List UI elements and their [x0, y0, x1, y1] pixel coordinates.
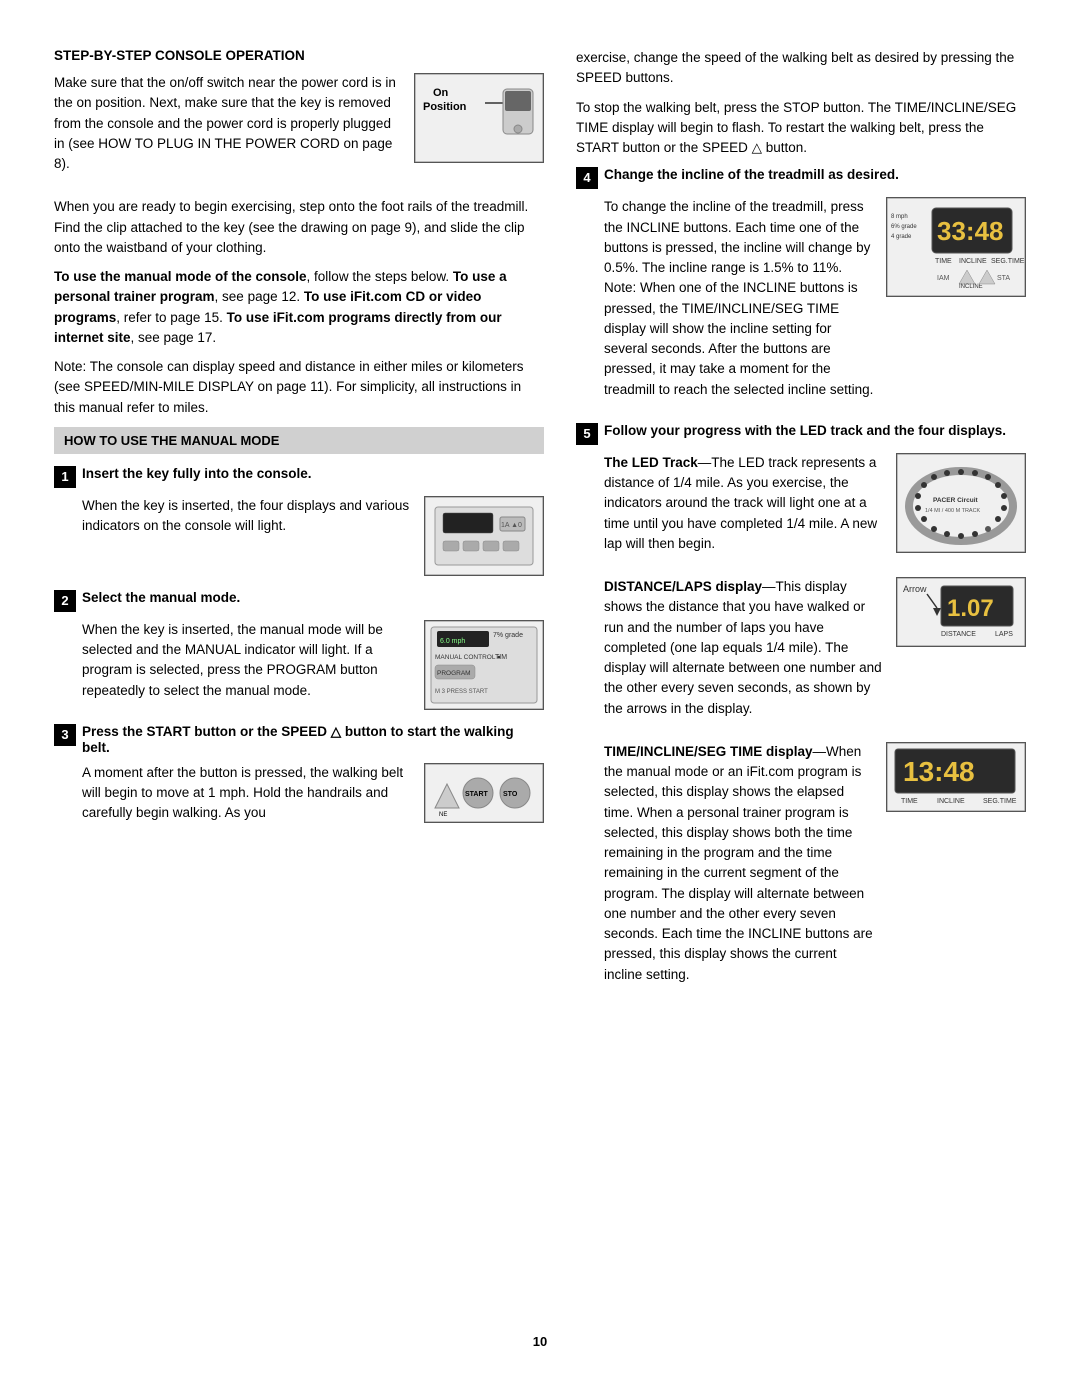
svg-text:4 grade: 4 grade	[891, 234, 912, 240]
distance-laps-body: DISTANCE/LAPS display—This display shows…	[576, 577, 1026, 728]
svg-text:SEG.TIME: SEG.TIME	[991, 258, 1025, 265]
distance-laps-text: DISTANCE/LAPS display—This display shows…	[604, 577, 884, 728]
svg-text:MANUAL CONTROL ●: MANUAL CONTROL ●	[435, 654, 501, 661]
time-display-diagram: 13:48 TIME INCLINE SEG.TIME	[886, 742, 1026, 812]
intro-text: Make sure that the on/off switch near th…	[54, 73, 402, 183]
step-4-text: To change the incline of the treadmill, …	[604, 197, 874, 409]
step-2-body-area: When the key is inserted, the manual mod…	[54, 620, 544, 710]
svg-text:TIME: TIME	[935, 258, 952, 265]
svg-text:33:48: 33:48	[937, 216, 1004, 246]
step-3-header: 3 Press the START button or the SPEED △ …	[54, 724, 544, 755]
distance-laps-section: DISTANCE/LAPS display—This display shows…	[576, 577, 1026, 728]
svg-text:INCLINE: INCLINE	[959, 258, 987, 265]
svg-text:LAPS: LAPS	[995, 631, 1013, 638]
svg-text:STA: STA	[997, 275, 1010, 282]
step-1-label: Insert the key fully into the console.	[82, 466, 312, 481]
time-incline-body: TIME/INCLINE/SEG TIME display—When the m…	[576, 742, 1026, 994]
svg-text:6.0 mph: 6.0 mph	[440, 638, 465, 645]
step-3-para: A moment after the button is pressed, th…	[82, 763, 412, 824]
page: STEP-BY-STEP CONSOLE OPERATION Make sure…	[0, 0, 1080, 1397]
right-column: exercise, change the speed of the walkin…	[576, 48, 1026, 1316]
step-5-header: 5 Follow your progress with the LED trac…	[576, 423, 1026, 445]
right-intro-1: exercise, change the speed of the walkin…	[576, 48, 1026, 89]
svg-text:On: On	[433, 87, 449, 99]
step-3-number: 3	[54, 724, 76, 746]
svg-text:INCLINE: INCLINE	[937, 798, 965, 805]
svg-text:SEG.TIME: SEG.TIME	[983, 798, 1017, 805]
pacer-circuit-diagram: PACER Circuit 1/4 MI / 400 M TRACK	[896, 453, 1026, 553]
step-4: 4 Change the incline of the treadmill as…	[576, 167, 1026, 409]
svg-text:TIME: TIME	[901, 798, 918, 805]
time-incline-section: TIME/INCLINE/SEG TIME display—When the m…	[576, 742, 1026, 994]
svg-text:PROGRAM: PROGRAM	[437, 670, 471, 677]
svg-text:START: START	[465, 791, 489, 798]
led-track-text: The LED Track—The LED track represents a…	[604, 453, 884, 563]
svg-text:PACER Circuit: PACER Circuit	[933, 497, 978, 504]
svg-text:Arrow: Arrow	[903, 584, 927, 594]
svg-text:IAM: IAM	[937, 275, 950, 282]
step-1-text: When the key is inserted, the four displ…	[82, 496, 412, 546]
step-4-header: 4 Change the incline of the treadmill as…	[576, 167, 1026, 189]
on-position-diagram: On Position	[414, 73, 544, 163]
step-5: 5 Follow your progress with the LED trac…	[576, 423, 1026, 994]
step-2: 2 Select the manual mode. When the key i…	[54, 590, 544, 710]
time-incline-text: TIME/INCLINE/SEG TIME display—When the m…	[604, 742, 874, 994]
step-4-body-area: To change the incline of the treadmill, …	[576, 197, 1026, 409]
step-4-number: 4	[576, 167, 598, 189]
step-2-para: When the key is inserted, the manual mod…	[82, 620, 412, 701]
led-track-section: The LED Track—The LED track represents a…	[576, 453, 1026, 563]
distance-display-diagram: Arrow 1.07 DISTANCE LAPS	[896, 577, 1026, 647]
two-column-layout: STEP-BY-STEP CONSOLE OPERATION Make sure…	[54, 48, 1026, 1316]
step-3-label: Press the START button or the SPEED △ bu…	[82, 724, 544, 755]
intro-para-1: Make sure that the on/off switch near th…	[54, 73, 402, 174]
step-1-body-area: When the key is inserted, the four displ…	[54, 496, 544, 576]
step-5-number: 5	[576, 423, 598, 445]
svg-text:6% grade: 6% grade	[891, 224, 917, 230]
svg-text:TIM: TIM	[495, 654, 507, 661]
svg-text:NE: NE	[439, 812, 447, 818]
incline-display-diagram: 8 mph 6% grade 4 grade 33:48 TIME INCLIN…	[886, 197, 1026, 297]
led-track-body: The LED Track—The LED track represents a…	[576, 453, 1026, 563]
page-number: 10	[54, 1334, 1026, 1349]
svg-text:STO: STO	[503, 791, 518, 798]
svg-text:1/4 MI / 400 M TRACK: 1/4 MI / 400 M TRACK	[925, 508, 981, 514]
svg-text:M 3 PRESS START: M 3 PRESS START	[435, 689, 488, 695]
step-2-header: 2 Select the manual mode.	[54, 590, 544, 612]
step-2-number: 2	[54, 590, 76, 612]
led-track-para: The LED Track—The LED track represents a…	[604, 453, 884, 554]
intro-para-3: To use the manual mode of the console, f…	[54, 267, 544, 348]
svg-text:1.07: 1.07	[947, 595, 994, 622]
intro-para-4: Note: The console can display speed and …	[54, 357, 544, 418]
step-1-number: 1	[54, 466, 76, 488]
svg-text:1A ▲0: 1A ▲0	[501, 522, 522, 529]
console-key-diagram: 1A ▲0	[424, 496, 544, 576]
svg-text:7% grade: 7% grade	[493, 632, 523, 639]
right-intro-2: To stop the walking belt, press the STOP…	[576, 98, 1026, 159]
section-title: STEP-BY-STEP CONSOLE OPERATION	[54, 48, 544, 63]
step-3-text: A moment after the button is pressed, th…	[82, 763, 412, 833]
svg-text:INCLINE: INCLINE	[959, 284, 983, 290]
manual-control-diagram: 6.0 mph 7% grade MANUAL CONTROL ● TIM PR…	[424, 620, 544, 710]
step-4-para: To change the incline of the treadmill, …	[604, 197, 874, 400]
manual-mode-header: HOW TO USE THE MANUAL MODE	[54, 427, 544, 454]
step-1-header: 1 Insert the key fully into the console.	[54, 466, 544, 488]
step-3-body-area: A moment after the button is pressed, th…	[54, 763, 544, 833]
start-button-diagram: NE START STO	[424, 763, 544, 823]
time-incline-para: TIME/INCLINE/SEG TIME display—When the m…	[604, 742, 874, 985]
step-1: 1 Insert the key fully into the console.…	[54, 466, 544, 576]
svg-text:13:48: 13:48	[903, 756, 975, 787]
intro-section: Make sure that the on/off switch near th…	[54, 73, 544, 183]
left-column: STEP-BY-STEP CONSOLE OPERATION Make sure…	[54, 48, 544, 1316]
step-3: 3 Press the START button or the SPEED △ …	[54, 724, 544, 833]
svg-text:8 mph: 8 mph	[891, 214, 908, 220]
step-2-label: Select the manual mode.	[82, 590, 240, 605]
step-2-text: When the key is inserted, the manual mod…	[82, 620, 412, 710]
svg-text:DISTANCE: DISTANCE	[941, 631, 976, 638]
distance-laps-para: DISTANCE/LAPS display—This display shows…	[604, 577, 884, 719]
step-1-para: When the key is inserted, the four displ…	[82, 496, 412, 537]
step-5-label: Follow your progress with the LED track …	[604, 423, 1006, 438]
step-4-label: Change the incline of the treadmill as d…	[604, 167, 899, 182]
svg-text:Position: Position	[423, 101, 467, 113]
intro-para-2: When you are ready to begin exercising, …	[54, 197, 544, 258]
